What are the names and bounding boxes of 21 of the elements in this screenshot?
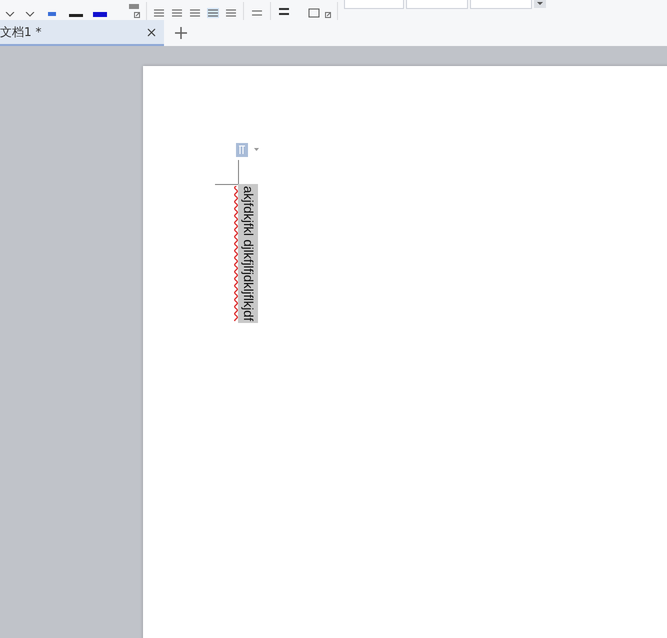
align-icon[interactable] bbox=[153, 8, 165, 18]
toolbar-icon[interactable] bbox=[92, 12, 108, 18]
toolbar-icon[interactable] bbox=[4, 12, 16, 18]
line-spacing-icon[interactable] bbox=[250, 8, 264, 18]
border-icon[interactable] bbox=[307, 8, 321, 18]
vertical-text: akjfdkjfkl djlkfjlfjdkljflkjdf bbox=[238, 184, 258, 324]
caret-icon[interactable] bbox=[254, 148, 259, 152]
align-icon[interactable] bbox=[207, 8, 219, 18]
align-icon[interactable] bbox=[171, 8, 183, 18]
dialog-launcher-icon[interactable] bbox=[134, 12, 140, 18]
shading-icon[interactable] bbox=[277, 8, 291, 18]
margin-corner-mark bbox=[215, 160, 239, 185]
scroll-arrow-icon[interactable] bbox=[534, 0, 546, 8]
new-tab-icon[interactable] bbox=[174, 26, 188, 40]
align-icon[interactable] bbox=[189, 8, 201, 18]
dialog-launcher-icon[interactable] bbox=[325, 12, 331, 18]
toolbar-icon[interactable] bbox=[68, 12, 84, 18]
align-icon[interactable] bbox=[225, 8, 237, 18]
document-tab[interactable]: 文档1 * bbox=[0, 20, 164, 46]
paragraph-handle-icon[interactable] bbox=[236, 143, 248, 157]
close-icon[interactable] bbox=[145, 28, 158, 36]
